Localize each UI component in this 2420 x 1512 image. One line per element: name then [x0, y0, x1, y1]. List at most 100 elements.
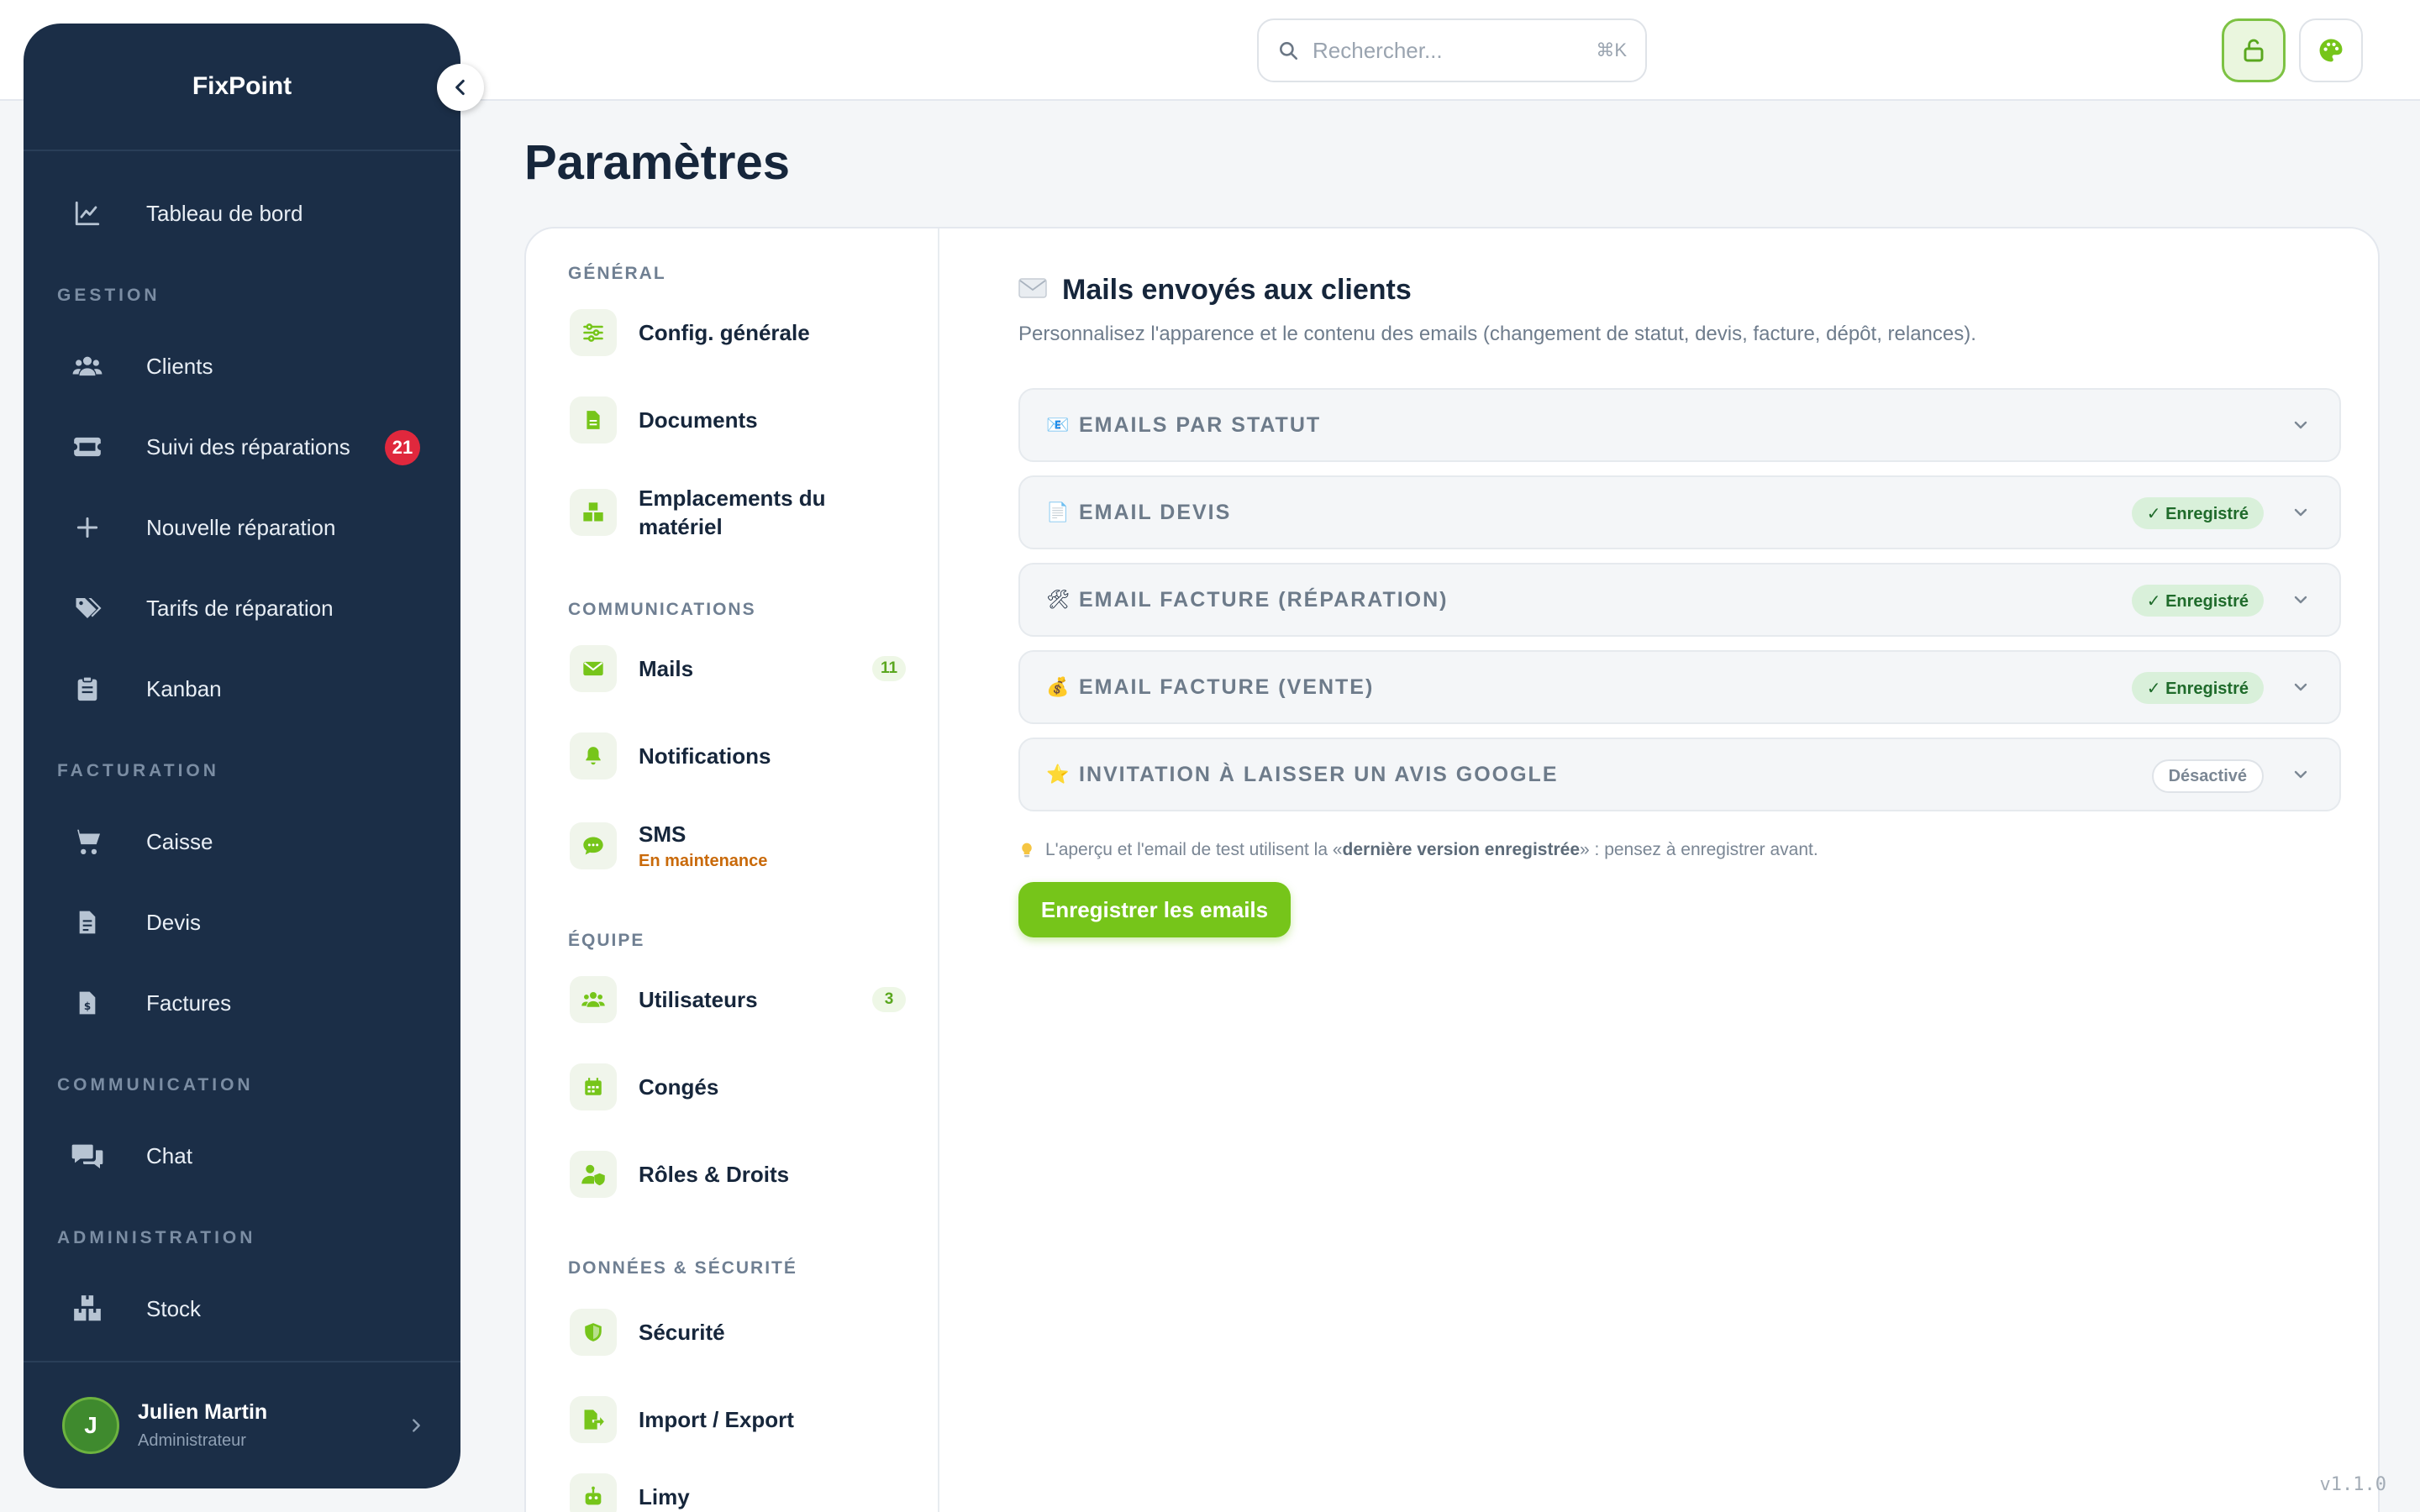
- invoice-icon: $: [67, 983, 108, 1023]
- accordion-label: EMAIL FACTURE (RÉPARATION): [1079, 587, 1449, 612]
- settings-item-label: Config. générale: [639, 320, 810, 345]
- sidebar-item-label: Caisse: [146, 828, 213, 854]
- users-icon: [67, 346, 108, 386]
- settings-card: GÉNÉRAL Config. générale Documents Empla…: [524, 227, 2380, 1512]
- accordion-label: EMAILS PAR STATUT: [1079, 412, 1322, 437]
- status-badge: Désactivé: [2151, 759, 2264, 793]
- sidebar-item-label: Tarifs de réparation: [146, 595, 334, 621]
- chevron-down-icon: [2294, 508, 2307, 517]
- sidebar-item-label: Nouvelle réparation: [146, 514, 336, 540]
- sidebar-item-kanban[interactable]: Kanban: [24, 648, 460, 729]
- maintenance-label: En maintenance: [639, 852, 768, 870]
- settings-item-notifications[interactable]: Notifications: [570, 732, 906, 780]
- sidebar-item-label: Clients: [146, 353, 213, 379]
- settings-item-general-config[interactable]: Config. générale: [570, 309, 906, 356]
- accordion-email-invoice-sale[interactable]: 💰 EMAIL FACTURE (VENTE) ✓ Enregistré: [1018, 650, 2341, 724]
- hint-text-after: » : pensez à enregistrer avant.: [1580, 840, 1818, 859]
- ticket-icon: [67, 427, 108, 467]
- settings-item-label: SMS: [639, 822, 687, 847]
- sidebar-item-label: Devis: [146, 909, 202, 935]
- tools-emoji-icon: 🛠: [1046, 589, 1070, 610]
- settings-item-sms[interactable]: SMS En maintenance: [570, 820, 906, 871]
- sidebar-item-cash-register[interactable]: Caisse: [24, 801, 460, 882]
- search-input[interactable]: Rechercher... ⌘K: [1257, 18, 1647, 82]
- accordion-label: EMAIL DEVIS: [1079, 500, 1232, 524]
- sidebar-item-repairs[interactable]: Suivi des réparations 21: [24, 407, 460, 487]
- search-placeholder: Rechercher...: [1313, 37, 1443, 63]
- settings-item-locations[interactable]: Emplacements du matériel: [570, 484, 906, 541]
- star-emoji-icon: ⭐: [1046, 764, 1070, 785]
- accordion-email-invoice-repair[interactable]: 🛠 EMAIL FACTURE (RÉPARATION) ✓ Enregistr…: [1018, 563, 2341, 637]
- settings-item-label: Notifications: [639, 743, 771, 769]
- user-name: Julien Martin: [138, 1400, 268, 1424]
- search-icon: [1280, 42, 1298, 60]
- settings-item-documents[interactable]: Documents: [570, 396, 906, 444]
- chevron-left-icon: [455, 79, 465, 96]
- settings-item-label: Mails: [639, 656, 694, 681]
- settings-item-leaves[interactable]: Congés: [570, 1063, 906, 1110]
- user-profile[interactable]: J Julien Martin Administrateur: [24, 1361, 460, 1488]
- settings-item-label: Documents: [639, 407, 758, 433]
- sidebar-item-dashboard[interactable]: Tableau de bord: [24, 173, 460, 254]
- sidebar-item-chat[interactable]: Chat: [24, 1116, 460, 1196]
- chevron-down-icon: [2294, 683, 2307, 691]
- hint-text-bold: dernière version enregistrée: [1342, 840, 1581, 859]
- sidebar-item-label: Factures: [146, 990, 232, 1016]
- chart-line-icon: [67, 193, 108, 234]
- chevron-down-icon: [2294, 596, 2307, 604]
- lightbulb-icon: [1022, 843, 1032, 858]
- brand-logo[interactable]: FixPoint: [24, 24, 460, 151]
- boxes-icon: [570, 489, 617, 536]
- boxes-icon: [67, 1289, 108, 1329]
- user-role: Administrateur: [138, 1431, 246, 1450]
- sliders-icon: [570, 309, 617, 356]
- save-emails-button[interactable]: Enregistrer les emails: [1018, 882, 1291, 937]
- accordion-emails-by-status[interactable]: 📧 EMAILS PAR STATUT: [1018, 388, 2341, 462]
- clipboard-icon: [67, 669, 108, 709]
- envelope-icon: [570, 645, 617, 692]
- settings-section-general: GÉNÉRAL: [568, 264, 666, 283]
- calendar-icon: [570, 1063, 617, 1110]
- panel-title-text: Mails envoyés aux clients: [1062, 274, 1412, 306]
- settings-item-label: Limy: [639, 1484, 690, 1509]
- settings-item-mails[interactable]: Mails 11: [570, 645, 906, 692]
- sidebar-item-clients[interactable]: Clients: [24, 326, 460, 407]
- accordion-google-review-invitation[interactable]: ⭐ INVITATION À LAISSER UN AVIS GOOGLE Dé…: [1018, 738, 2341, 811]
- sidebar-item-label: Suivi des réparations: [146, 433, 350, 459]
- sidebar-item-pricing[interactable]: Tarifs de réparation: [24, 568, 460, 648]
- settings-item-users[interactable]: Utilisateurs 3: [570, 976, 906, 1023]
- cart-icon: [67, 822, 108, 862]
- save-hint: L'aperçu et l'email de test utilisent la…: [1018, 840, 1818, 860]
- email-emoji-icon: 📧: [1046, 414, 1070, 435]
- settings-item-import-export[interactable]: Import / Export: [570, 1396, 906, 1443]
- sidebar-collapse-button[interactable]: [437, 64, 484, 111]
- sidebar-section-facturation: FACTURATION: [57, 761, 219, 780]
- settings-item-label: Import / Export: [639, 1407, 794, 1432]
- accordion-email-quote[interactable]: 📄 EMAIL DEVIS ✓ Enregistré: [1018, 475, 2341, 549]
- shield-icon: [570, 1309, 617, 1356]
- robot-icon: [570, 1473, 617, 1512]
- sidebar-item-quotes[interactable]: Devis: [24, 882, 460, 963]
- sidebar-nav: Tableau de bord GESTION Clients Suivi de…: [24, 151, 460, 1349]
- tags-icon: [67, 588, 108, 628]
- sidebar-item-stock[interactable]: Stock: [24, 1268, 460, 1349]
- settings-item-limy[interactable]: Limy: [570, 1473, 906, 1512]
- panel-title: Mails envoyés aux clients: [1018, 274, 1412, 307]
- settings-section-data-security: DONNÉES & SÉCURITÉ: [568, 1258, 797, 1278]
- theme-button[interactable]: [2299, 18, 2363, 82]
- settings-item-roles[interactable]: Rôles & Droits: [570, 1151, 906, 1198]
- sidebar-item-invoices[interactable]: $ Factures: [24, 963, 460, 1043]
- app-version: v1.1.0: [2319, 1474, 2386, 1495]
- document-emoji-icon: 📄: [1046, 501, 1070, 522]
- settings-item-label: Utilisateurs: [639, 987, 758, 1012]
- file-icon: [67, 902, 108, 942]
- sidebar-section-communication: COMMUNICATION: [57, 1075, 254, 1095]
- avatar: J: [62, 1397, 119, 1454]
- chat-icon: [67, 1136, 108, 1176]
- lock-button[interactable]: [2222, 18, 2286, 82]
- sidebar: FixPoint Tableau de bord GESTION Clients…: [24, 24, 460, 1488]
- document-icon: [570, 396, 617, 444]
- svg-text:$: $: [84, 1000, 91, 1012]
- settings-item-security[interactable]: Sécurité: [570, 1309, 906, 1356]
- sidebar-item-new-repair[interactable]: Nouvelle réparation: [24, 487, 460, 568]
